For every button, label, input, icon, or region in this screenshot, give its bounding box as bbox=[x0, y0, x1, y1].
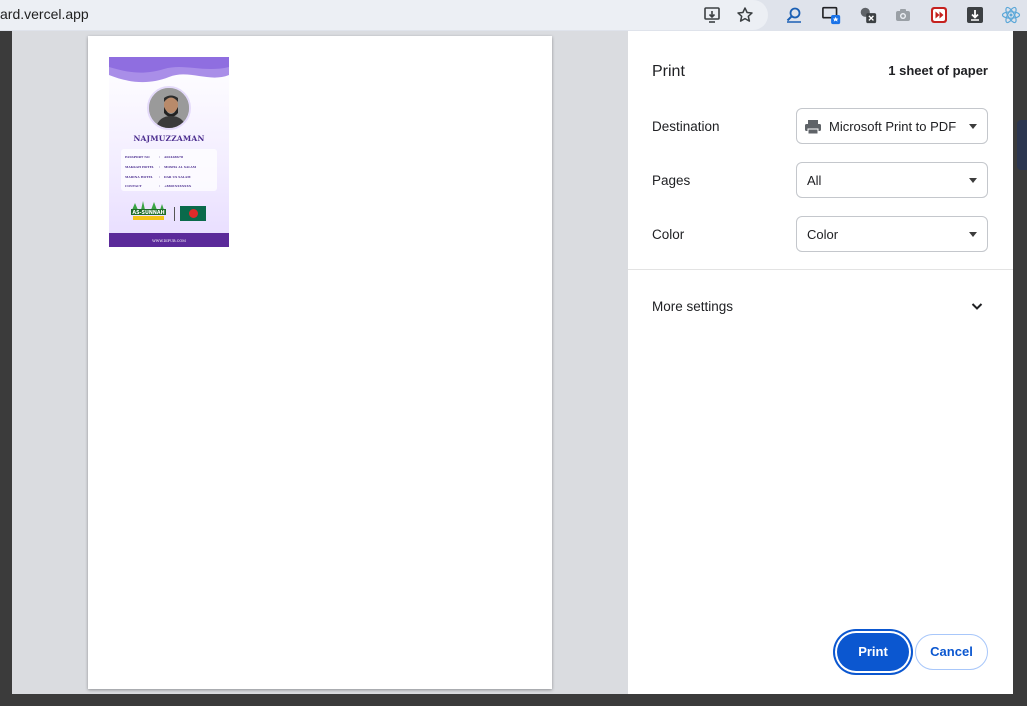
react-devtools-icon[interactable] bbox=[1001, 5, 1021, 25]
destination-value: Microsoft Print to PDF bbox=[829, 119, 957, 134]
dropdown-caret-icon bbox=[969, 124, 977, 129]
overlay-scrim-left bbox=[0, 31, 12, 706]
pages-value: All bbox=[807, 173, 822, 188]
id-card-preview: NAJMUZZAMAN PASSPORT NO: A02448678 MAKKAH… bbox=[109, 57, 229, 247]
destination-label: Destination bbox=[652, 119, 720, 134]
dropdown-caret-icon bbox=[969, 232, 977, 237]
url-text[interactable]: ard.vercel.app bbox=[0, 6, 89, 22]
destination-select[interactable]: Microsoft Print to PDF bbox=[796, 108, 988, 144]
cancel-button[interactable]: Cancel bbox=[915, 634, 988, 670]
info-row-makkah-hotel: MAKKAH HOTEL: MOSHA AL SALAM bbox=[125, 165, 197, 169]
dropdown-caret-icon bbox=[969, 178, 977, 183]
card-footer: WWW.DIFUB.COM bbox=[109, 233, 229, 247]
card-info-box: PASSPORT NO: A02448678 MAKKAH HOTEL: MOSHA… bbox=[121, 149, 217, 191]
more-settings-toggle[interactable]: More settings bbox=[628, 289, 1013, 323]
info-row-passport: PASSPORT NO: A02448678 bbox=[125, 155, 184, 159]
profile-photo bbox=[147, 86, 191, 130]
card-header-wave bbox=[109, 57, 229, 83]
as-sunnah-logo: AS-SUNNAH bbox=[131, 201, 166, 220]
camera-icon[interactable] bbox=[893, 5, 913, 25]
info-row-contact: CONTACT: +8801XXXXXXX bbox=[125, 184, 192, 188]
svg-text:AS-SUNNAH: AS-SUNNAH bbox=[132, 210, 164, 216]
install-app-icon[interactable] bbox=[702, 5, 722, 25]
print-preview-area: NAJMUZZAMAN PASSPORT NO: A02448678 MAKKAH… bbox=[12, 31, 628, 694]
preview-page: NAJMUZZAMAN PASSPORT NO: A02448678 MAKKAH… bbox=[88, 36, 552, 689]
pages-select[interactable]: All bbox=[796, 162, 988, 198]
printer-icon bbox=[805, 120, 821, 135]
download-icon[interactable] bbox=[965, 5, 985, 25]
background-page-element bbox=[1017, 120, 1027, 170]
settings-divider bbox=[628, 269, 1013, 270]
color-label: Color bbox=[652, 227, 685, 242]
card-name: NAJMUZZAMAN bbox=[133, 134, 205, 143]
pages-label: Pages bbox=[652, 173, 691, 188]
browser-toolbar: ard.vercel.app bbox=[0, 0, 1027, 31]
info-row-madina-hotel: MADINA HOTEL: DAR US SALAM bbox=[125, 175, 191, 179]
card-footer-url: WWW.DIFUB.COM bbox=[152, 239, 186, 243]
sheet-count: 1 sheet of paper bbox=[888, 63, 988, 78]
cast-screen-icon[interactable] bbox=[822, 5, 842, 25]
color-select[interactable]: Color bbox=[796, 216, 988, 252]
zoom-search-icon[interactable] bbox=[784, 5, 804, 25]
bookmark-star-icon[interactable] bbox=[735, 5, 755, 25]
color-value: Color bbox=[807, 227, 839, 242]
media-skip-icon[interactable] bbox=[929, 5, 949, 25]
more-settings-label: More settings bbox=[652, 299, 734, 314]
extension-dark-icon[interactable] bbox=[858, 5, 878, 25]
print-settings-panel: Print 1 sheet of paper Destination Micro… bbox=[628, 31, 1013, 694]
print-button[interactable]: Print bbox=[837, 633, 909, 671]
card-logo-divider bbox=[174, 207, 175, 221]
overlay-scrim-bottom bbox=[0, 694, 1027, 706]
chevron-down-icon bbox=[971, 303, 983, 310]
print-title: Print bbox=[652, 63, 685, 80]
address-bar[interactable]: ard.vercel.app bbox=[0, 0, 768, 30]
bangladesh-flag-icon bbox=[180, 206, 206, 221]
